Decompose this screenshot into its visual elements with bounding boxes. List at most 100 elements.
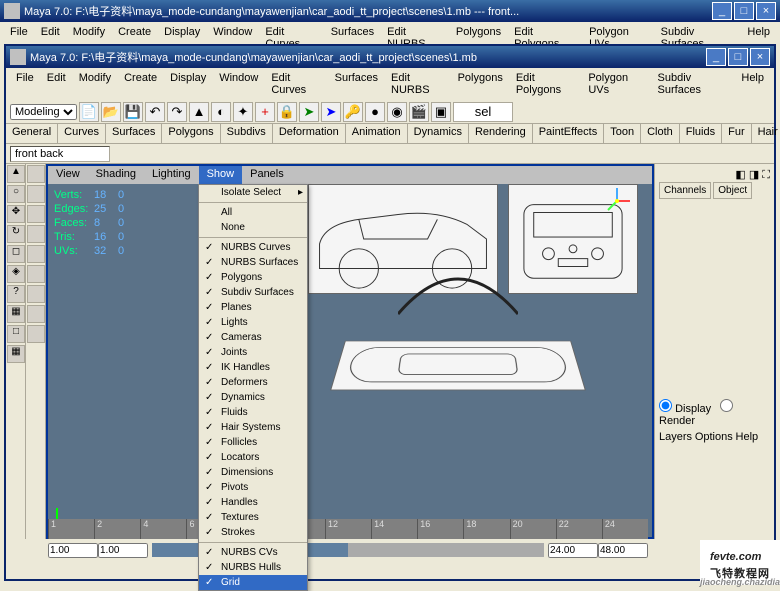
scale-tool-icon[interactable]: ◻ xyxy=(7,245,25,263)
menu-item-joints[interactable]: Joints xyxy=(199,345,307,360)
menu-item-cameras[interactable]: Cameras xyxy=(199,330,307,345)
new-icon[interactable]: 📄 xyxy=(79,102,99,122)
shelf-tab-rendering[interactable]: Rendering xyxy=(469,124,533,143)
dot2-icon[interactable]: ◉ xyxy=(387,102,407,122)
rotate-tool-icon[interactable]: ↻ xyxy=(7,225,25,243)
redo-icon[interactable]: ↷ xyxy=(167,102,187,122)
toggle-icon[interactable]: ◧ xyxy=(735,169,745,181)
maximize-button[interactable]: □ xyxy=(728,48,748,66)
toggle-icon[interactable]: ◨ xyxy=(749,169,759,181)
menu-item-dynamics[interactable]: Dynamics xyxy=(199,390,307,405)
qb-icon[interactable] xyxy=(27,325,45,343)
view-compass-icon[interactable] xyxy=(602,186,632,216)
expand-icon[interactable]: ⛶ xyxy=(762,169,770,181)
menu-item-nurbs-cvs[interactable]: NURBS CVs xyxy=(199,545,307,560)
menu-item-planes[interactable]: Planes xyxy=(199,300,307,315)
qb-icon[interactable] xyxy=(27,265,45,283)
viewport[interactable]: ViewShadingLightingShowPanels Verts:180E… xyxy=(46,164,654,539)
shelf-tab-toon[interactable]: Toon xyxy=(604,124,641,143)
last-tool-icon[interactable]: ? xyxy=(7,285,25,303)
layout-icon[interactable]: ▦ xyxy=(7,305,25,323)
range-end[interactable] xyxy=(598,543,648,558)
menu-modify[interactable]: Modify xyxy=(73,70,117,98)
qb-icon[interactable] xyxy=(27,205,45,223)
menu-item-nurbs-curves[interactable]: NURBS Curves xyxy=(199,240,307,255)
menu-item-polygons[interactable]: Polygons xyxy=(199,270,307,285)
menu-item-hair-systems[interactable]: Hair Systems xyxy=(199,420,307,435)
menu-item[interactable]: All xyxy=(199,205,307,220)
menu-item-textures[interactable]: Textures xyxy=(199,510,307,525)
menu-item-fluids[interactable]: Fluids xyxy=(199,405,307,420)
range-start[interactable] xyxy=(48,543,98,558)
menu-item-lights[interactable]: Lights xyxy=(199,315,307,330)
channels-tab[interactable]: Channels xyxy=(659,182,711,199)
shelf-tab-deformation[interactable]: Deformation xyxy=(273,124,346,143)
menu-item-follicles[interactable]: Follicles xyxy=(199,435,307,450)
menu-subdiv-surfaces[interactable]: Subdiv Surfaces xyxy=(652,70,735,98)
arrow2-icon[interactable]: ➤ xyxy=(321,102,341,122)
save-icon[interactable]: 💾 xyxy=(123,102,143,122)
qb-icon[interactable] xyxy=(27,305,45,323)
key-icon[interactable]: 🔑 xyxy=(343,102,363,122)
manip-tool-icon[interactable]: ◈ xyxy=(7,265,25,283)
qb-icon[interactable] xyxy=(27,225,45,243)
menu-item-grid[interactable]: Grid xyxy=(199,575,307,590)
lock-icon[interactable]: 🔒 xyxy=(277,102,297,122)
name-input[interactable]: front back xyxy=(10,146,110,162)
shelf-tab-subdivs[interactable]: Subdivs xyxy=(221,124,273,143)
menu-polygon-uvs[interactable]: Polygon UVs xyxy=(582,70,650,98)
shelf-tab-polygons[interactable]: Polygons xyxy=(162,124,220,143)
mode-selector[interactable]: Modeling xyxy=(10,104,77,120)
menu-item-strokes[interactable]: Strokes xyxy=(199,525,307,540)
plus-icon[interactable]: + xyxy=(255,102,275,122)
menu-display[interactable]: Display xyxy=(164,70,212,98)
shelf-tab-hair[interactable]: Hair xyxy=(752,124,780,143)
menu-item[interactable]: Isolate Select xyxy=(199,185,307,200)
menu-edit-nurbs[interactable]: Edit NURBS xyxy=(385,70,451,98)
menu-edit-polygons[interactable]: Edit Polygons xyxy=(510,70,581,98)
snap-icon[interactable]: ✦ xyxy=(233,102,253,122)
menu-item-ik-handles[interactable]: IK Handles xyxy=(199,360,307,375)
shelf-tab-fluids[interactable]: Fluids xyxy=(680,124,722,143)
range-in[interactable] xyxy=(98,543,148,558)
menu-item-nurbs-hulls[interactable]: NURBS Hulls xyxy=(199,560,307,575)
lasso-icon[interactable]: ◐ xyxy=(211,102,231,122)
menu-surfaces[interactable]: Surfaces xyxy=(329,70,384,98)
menu-help[interactable]: Help xyxy=(735,70,770,98)
open-icon[interactable]: 📂 xyxy=(101,102,121,122)
four-icon[interactable]: ▦ xyxy=(7,345,25,363)
minimize-button[interactable]: _ xyxy=(712,2,732,20)
menu-item-dimensions[interactable]: Dimensions xyxy=(199,465,307,480)
panel-menu-view[interactable]: View xyxy=(48,166,88,184)
shelf-tab-general[interactable]: General xyxy=(6,124,58,143)
shelf-tab-cloth[interactable]: Cloth xyxy=(641,124,680,143)
menu-create[interactable]: Create xyxy=(118,70,163,98)
close-button[interactable]: × xyxy=(756,2,776,20)
arrow-icon[interactable]: ➤ xyxy=(299,102,319,122)
display-radio[interactable]: Display xyxy=(659,403,711,415)
menu-polygons[interactable]: Polygons xyxy=(452,70,509,98)
range-out[interactable] xyxy=(548,543,598,558)
menu-edit[interactable]: Edit xyxy=(41,70,72,98)
menu-item-nurbs-surfaces[interactable]: NURBS Surfaces xyxy=(199,255,307,270)
object-tab[interactable]: Object xyxy=(713,182,752,199)
undo-icon[interactable]: ↶ xyxy=(145,102,165,122)
panel-menu-lighting[interactable]: Lighting xyxy=(144,166,199,184)
shelf-tab-animation[interactable]: Animation xyxy=(346,124,408,143)
input-field[interactable]: sel xyxy=(453,102,513,122)
single-icon[interactable]: □ xyxy=(7,325,25,343)
maximize-button[interactable]: □ xyxy=(734,2,754,20)
menu-edit-curves[interactable]: Edit Curves xyxy=(265,70,327,98)
shelf-tab-curves[interactable]: Curves xyxy=(58,124,106,143)
shelf-tab-fur[interactable]: Fur xyxy=(722,124,752,143)
qb-icon[interactable] xyxy=(27,165,45,183)
lasso-tool-icon[interactable]: ○ xyxy=(7,185,25,203)
render-icon[interactable]: 🎬 xyxy=(409,102,429,122)
shelf-tab-surfaces[interactable]: Surfaces xyxy=(106,124,162,143)
menu-item-pivots[interactable]: Pivots xyxy=(199,480,307,495)
menu-item-subdiv-surfaces[interactable]: Subdiv Surfaces xyxy=(199,285,307,300)
dot1-icon[interactable]: ● xyxy=(365,102,385,122)
close-button[interactable]: × xyxy=(750,48,770,66)
select-tool-icon[interactable]: ▲ xyxy=(7,165,25,183)
panel-menu-shading[interactable]: Shading xyxy=(88,166,144,184)
